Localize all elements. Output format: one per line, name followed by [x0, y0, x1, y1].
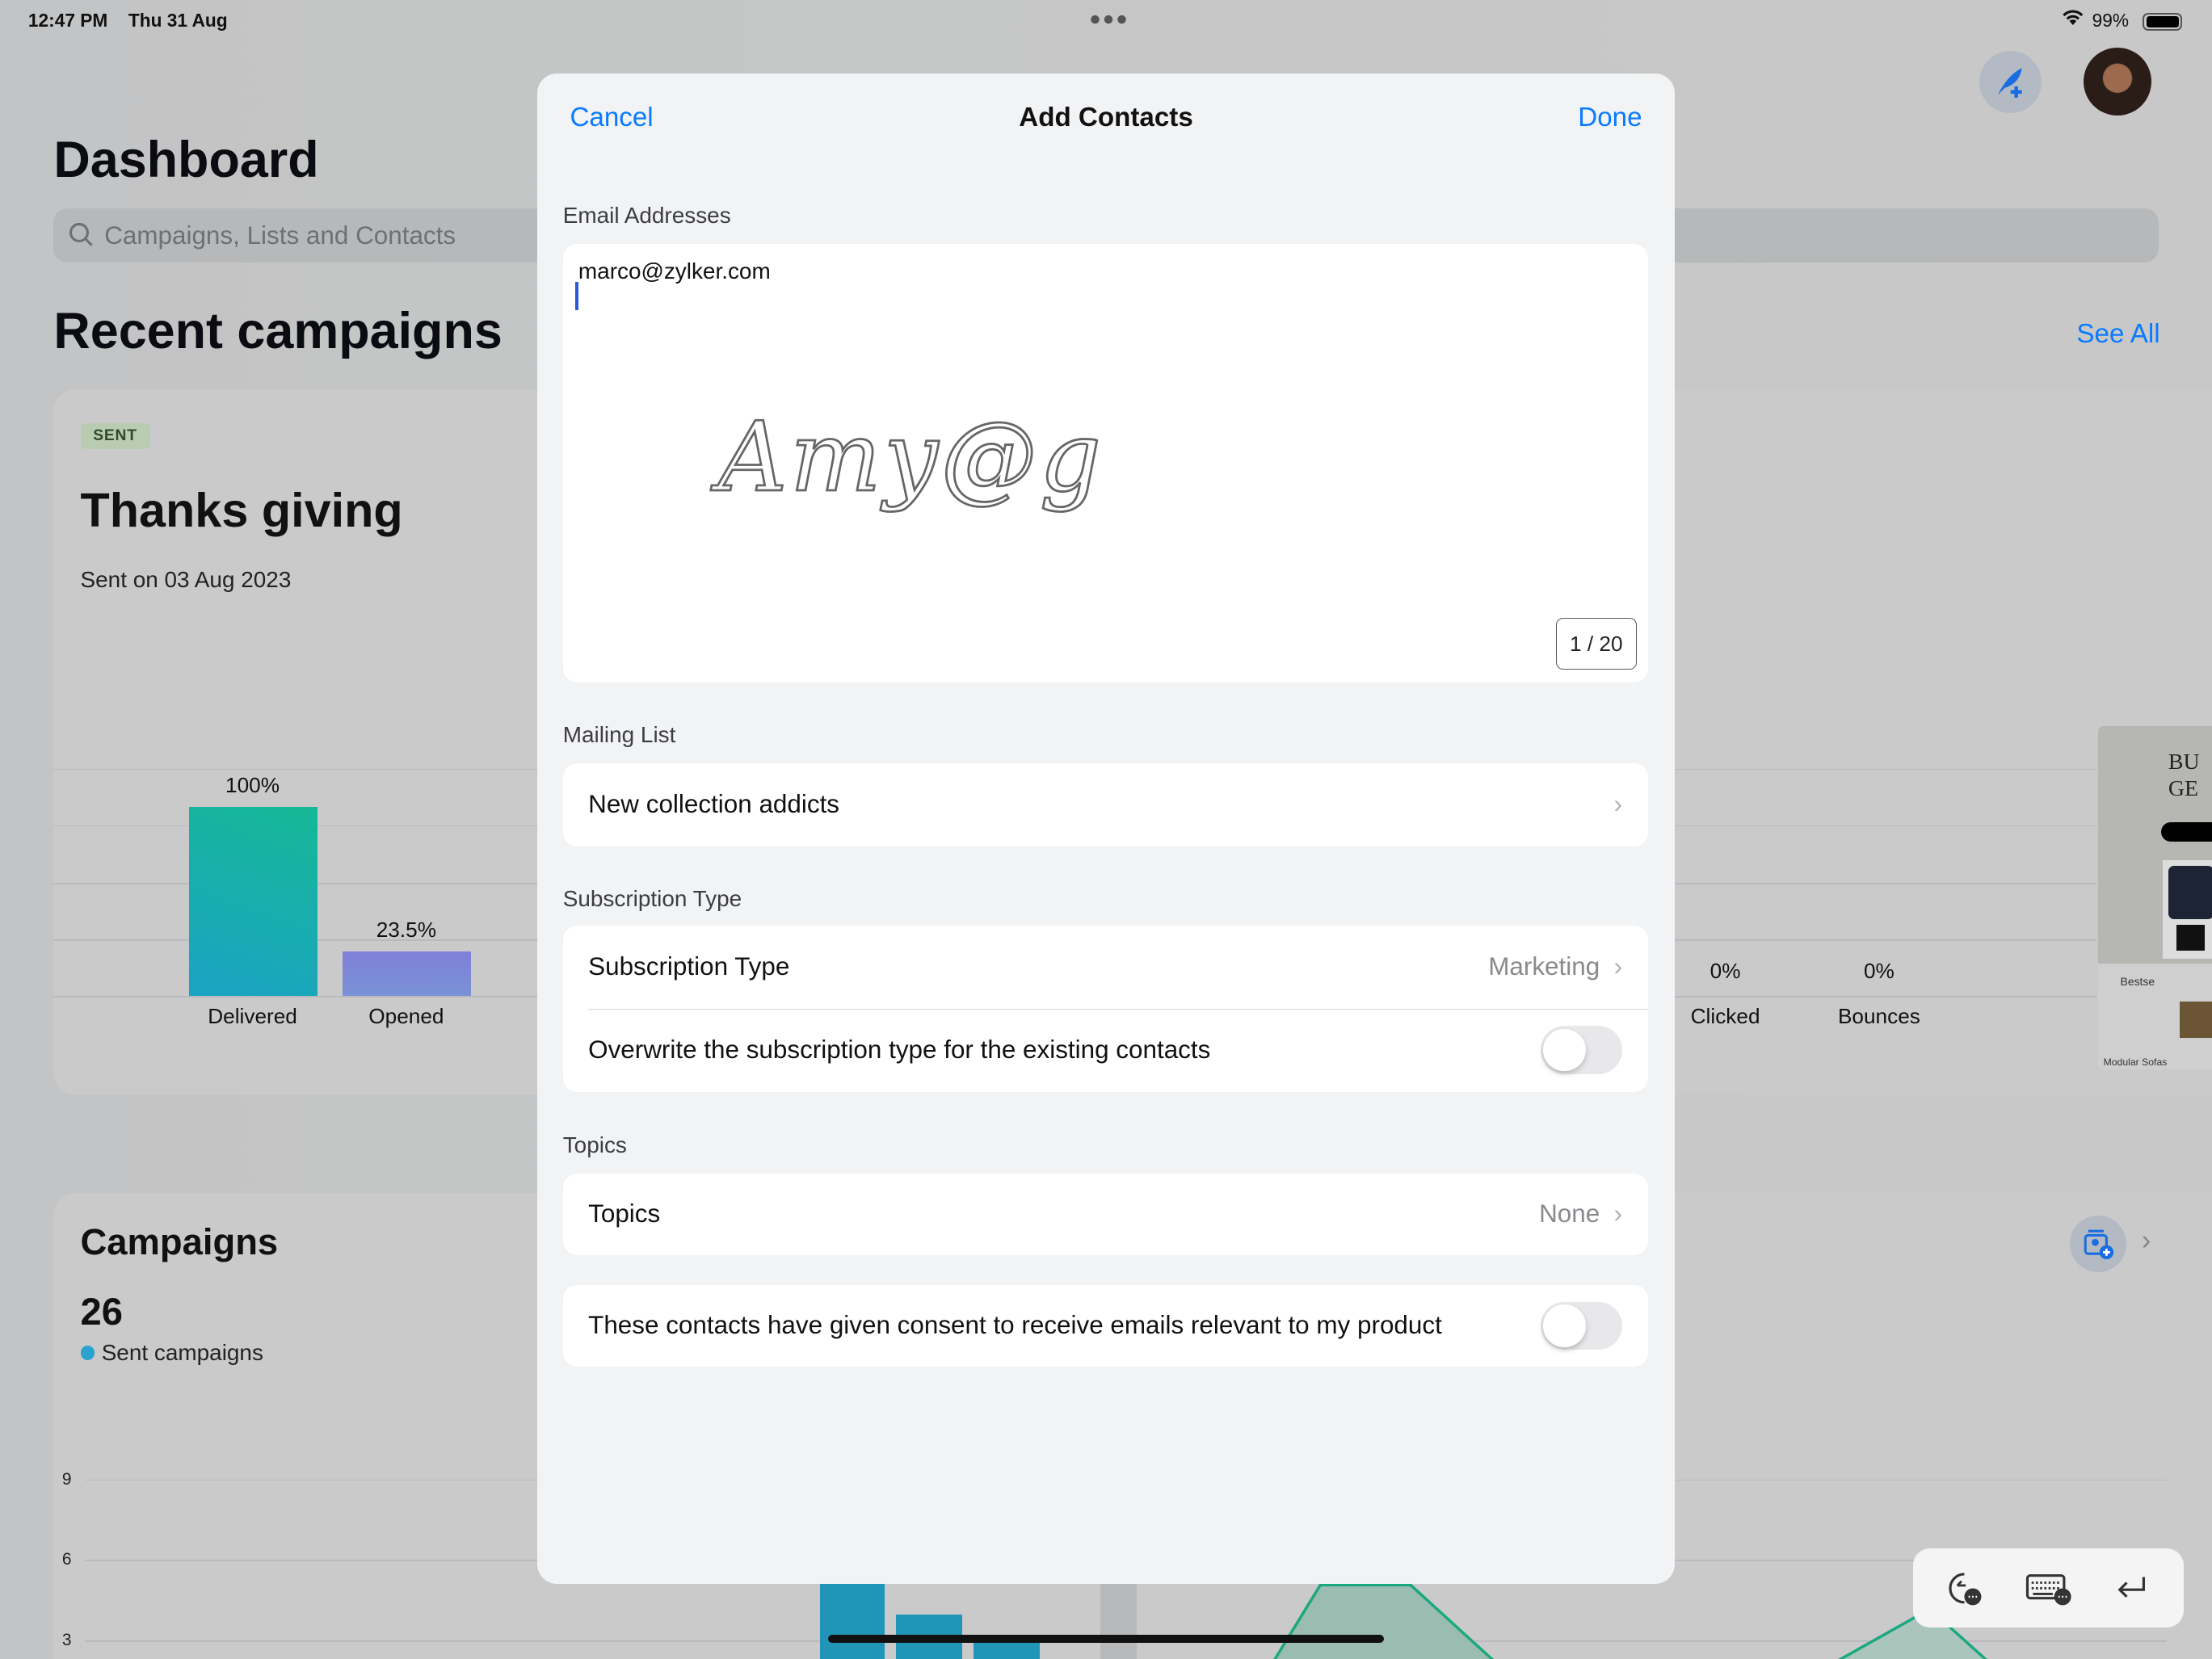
- email-section-label: Email Addresses: [562, 203, 731, 229]
- campaigns-title: Campaigns: [80, 1221, 279, 1263]
- stat-value: 23.5%: [376, 917, 436, 942]
- handwriting-input: Amy@g: [717, 402, 1104, 514]
- mailing-list-value: New collection addicts: [588, 790, 840, 819]
- done-button[interactable]: Done: [1578, 103, 1642, 133]
- subscription-type-value: Marketing: [1488, 952, 1600, 981]
- topics-value: None: [1539, 1199, 1600, 1228]
- battery-percent: 99%: [2092, 10, 2130, 32]
- y-tick: 9: [61, 1469, 72, 1489]
- mailing-list-row[interactable]: New collection addicts ›: [562, 762, 1648, 846]
- topics-label: Topics: [588, 1199, 661, 1228]
- mailing-list-section-label: Mailing List: [562, 722, 676, 748]
- page-title: Dashboard: [53, 132, 319, 189]
- consent-toggle[interactable]: [1540, 1301, 1623, 1350]
- topics-section-label: Topics: [562, 1132, 627, 1158]
- status-time: 12:47 PM: [27, 10, 108, 32]
- chart-bar: [973, 1641, 1040, 1659]
- recent-campaigns-heading: Recent campaigns: [53, 302, 503, 359]
- chevron-right-icon: ›: [1613, 790, 1623, 819]
- undo-icon[interactable]: [1945, 1569, 1984, 1608]
- consent-label: These contacts have given consent to rec…: [588, 1311, 1442, 1340]
- legend-dot: [80, 1346, 95, 1360]
- stat-value: 0%: [1863, 959, 1894, 984]
- preview-headline: BU GE: [2168, 750, 2200, 802]
- stat-label: Opened: [368, 1004, 444, 1029]
- overwrite-toggle[interactable]: [1540, 1026, 1623, 1074]
- compose-campaign-button[interactable]: [1979, 50, 2042, 113]
- overwrite-label: Overwrite the subscription type for the …: [588, 1035, 1211, 1065]
- screen: 12:47 PM Thu 31 Aug ●●● 99% Dashboard Ca…: [0, 0, 2212, 1659]
- email-value: marco@zylker.com: [578, 258, 771, 284]
- subscription-type-label: Subscription Type: [588, 952, 790, 981]
- email-addresses-textarea[interactable]: marco@zylker.com Amy@g 1 / 20: [562, 244, 1648, 683]
- home-indicator[interactable]: [828, 1634, 1385, 1644]
- stat-bar: [343, 951, 472, 996]
- stat-value: 100%: [225, 772, 280, 797]
- campaign-sent-date: Sent on 03 Aug 2023: [80, 566, 292, 592]
- status-badge: SENT: [80, 422, 150, 450]
- topics-row[interactable]: Topics None ›: [562, 1173, 1648, 1256]
- add-contacts-modal: Cancel Add Contacts Done Email Addresses…: [537, 73, 1675, 1584]
- subscription-type-row[interactable]: Subscription Type Marketing ›: [563, 926, 1648, 1009]
- multitasking-dots-icon[interactable]: ●●●: [1089, 8, 1129, 31]
- chevron-right-icon: ›: [1613, 952, 1623, 981]
- chevron-right-icon[interactable]: ›: [2142, 1224, 2151, 1257]
- subscription-section-label: Subscription Type: [562, 885, 742, 911]
- keyboard-icon[interactable]: [2025, 1569, 2072, 1608]
- y-tick: 3: [61, 1630, 72, 1649]
- stat-label: Bounces: [1837, 1004, 1920, 1029]
- add-contacts-button[interactable]: [2069, 1216, 2126, 1273]
- modal-title: Add Contacts: [1019, 103, 1193, 133]
- campaigns-count: 26: [80, 1290, 123, 1334]
- user-avatar[interactable]: [2084, 48, 2151, 116]
- preview-footer: Modular Sofas: [2103, 1056, 2168, 1068]
- consent-row: These contacts have given consent to rec…: [562, 1284, 1648, 1367]
- stat-label: Delivered: [208, 1004, 297, 1029]
- stat-bar: [188, 806, 318, 996]
- wifi-icon: [2061, 8, 2085, 31]
- campaign-preview-thumbnail[interactable]: BU GE Bestse Modular Sofas: [2097, 726, 2212, 1069]
- feather-plus-icon: [1997, 67, 2022, 98]
- preview-caption: Bestse: [2120, 974, 2155, 988]
- battery-icon: [2143, 12, 2183, 32]
- return-icon[interactable]: [2113, 1569, 2152, 1608]
- keyboard-shortcut-bar: [1912, 1548, 2185, 1628]
- status-date: Thu 31 Aug: [128, 10, 228, 32]
- text-cursor: [575, 282, 578, 311]
- search-placeholder: Campaigns, Lists and Contacts: [104, 220, 456, 250]
- y-tick: 6: [61, 1550, 72, 1569]
- subscription-group: Subscription Type Marketing › Overwrite th…: [562, 925, 1648, 1092]
- contact-add-icon: [2084, 1229, 2113, 1260]
- campaign-name: Thanks giving: [80, 483, 403, 538]
- see-all-link[interactable]: See All: [2076, 319, 2159, 350]
- chevron-right-icon: ›: [1613, 1199, 1623, 1228]
- legend-sent-campaigns: Sent campaigns: [80, 1339, 263, 1366]
- email-counter: 1 / 20: [1556, 617, 1637, 670]
- search-icon: [69, 223, 93, 246]
- legend-label: Sent campaigns: [101, 1339, 263, 1365]
- chart-bar: [819, 1583, 885, 1659]
